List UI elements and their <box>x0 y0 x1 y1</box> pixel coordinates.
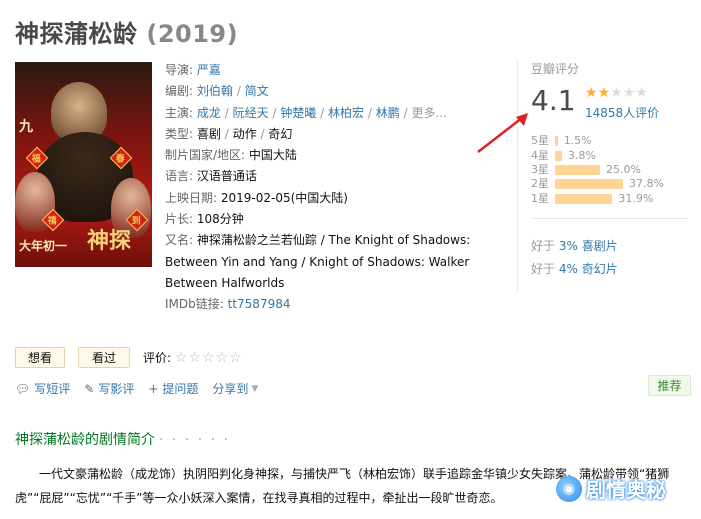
rating-bar <box>555 164 600 175</box>
watermark: ◉ 剧情奥秘 <box>556 474 666 503</box>
info-cast: 主演: 成龙 / 阮经天 / 钟楚曦 / 林柏宏 / 林鹏 / 更多... <box>165 105 447 120</box>
rating-bar-row: 4星 3.8% <box>531 148 664 162</box>
comment-icon: 💬︎ <box>15 381 31 396</box>
cast-link[interactable]: 林柏宏 <box>328 106 364 120</box>
synopsis-heading: 神探蒲松龄的剧情简介 · · · · · · <box>15 432 230 448</box>
page-title: 神探蒲松龄 (2019) <box>15 14 238 49</box>
star-icon: ★ <box>635 85 648 101</box>
ask-question-link[interactable]: + 提问题 <box>148 380 198 397</box>
star-icon: ★ <box>585 85 598 101</box>
rating-distribution: 5星 1.5% 4星 3.8% 3星 25.0% 2星 37.8% 1星 31.9% <box>531 134 664 206</box>
rating-bar <box>555 193 613 204</box>
rating-bar-label: 2星 <box>531 177 549 191</box>
better-than-pct-link[interactable]: 3% <box>559 239 578 253</box>
watermark-logo-icon: ◉ <box>556 475 582 502</box>
rate-stars[interactable]: ☆☆☆☆☆ <box>175 350 243 366</box>
rating-divider <box>517 60 518 292</box>
info-runtime: 片长: 108分钟 <box>165 212 244 227</box>
rating-separator <box>531 218 688 219</box>
write-short-review-link[interactable]: 💬︎ 写短评 <box>15 380 70 397</box>
star-icon: ★ <box>610 85 623 101</box>
votes-link[interactable]: 14858人评价 <box>585 104 659 121</box>
rating-bar-percent: 25.0% <box>606 162 641 176</box>
watched-button[interactable]: 看过 <box>78 347 130 368</box>
rating-bar-label: 4星 <box>531 148 549 162</box>
rating-bar-row: 1星 31.9% <box>531 192 664 206</box>
info-aka: 又名: 神探蒲松龄之兰若仙踪 / The Knight of Shadows: … <box>165 233 471 290</box>
rating-panel: 豆瓣评分 4.1 ★★★★★ 14858人评价 5星 1.5% 4星 3.8% 3星 25… <box>531 60 691 205</box>
info-language: 语言: 汉语普通话 <box>165 169 257 184</box>
rating-bar-percent: 1.5% <box>563 134 592 148</box>
better-than-genre-link[interactable]: 奇幻片 <box>582 262 618 276</box>
tools-bar: 💬︎ 写短评 ✎ 写影评 + 提问题 分享到 ▼ <box>15 380 272 397</box>
better-than: 好于 3% 喜剧片 好于 4% 奇幻片 <box>531 235 618 281</box>
cast-link[interactable]: 钟楚曦 <box>280 106 316 120</box>
rating-bar-label: 1星 <box>531 191 549 205</box>
rating-bar-label: 3星 <box>531 162 549 176</box>
movie-info: 导演: 严嘉 编剧: 刘伯翰 / 简文 主演: 成龙 / 阮经天 / 钟楚曦 /… <box>165 60 505 316</box>
rating-header: 豆瓣评分 <box>531 62 580 76</box>
info-director: 导演: 严嘉 <box>165 63 221 77</box>
movie-name: 神探蒲松龄 <box>15 20 138 48</box>
movie-poster[interactable]: 福 春 禧 到 九 大年初一 神探 <box>15 62 152 267</box>
rating-bar-percent: 37.8% <box>629 177 664 191</box>
imdb-link[interactable]: tt7587984 <box>228 297 291 311</box>
caret-down-icon: ▼ <box>251 383 259 394</box>
share-dropdown[interactable]: 分享到 ▼ <box>212 380 258 397</box>
better-than-genre-link[interactable]: 喜剧片 <box>582 239 618 253</box>
rating-bar <box>555 179 624 190</box>
poster-title-art: 神探 <box>87 228 132 254</box>
rating-stars: ★★★★★ <box>585 85 648 101</box>
better-than-row: 好于 3% 喜剧片 <box>531 239 618 253</box>
cast-link[interactable]: 阮经天 <box>233 106 269 120</box>
info-genre: 类型: 喜剧 / 动作 / 奇幻 <box>165 126 293 141</box>
star-icon: ★ <box>622 85 636 101</box>
star-icon: ★ <box>597 85 611 101</box>
rating-bar-row: 3星 25.0% <box>531 163 664 177</box>
recommend-button[interactable]: 推荐 <box>648 375 691 396</box>
rating-score: 4.1 <box>531 84 576 117</box>
want-to-watch-button[interactable]: 想看 <box>15 347 65 368</box>
write-review-link[interactable]: ✎ 写影评 <box>84 380 134 397</box>
cast-link[interactable]: 林鹏 <box>376 106 400 120</box>
rating-bar-label: 5星 <box>531 134 549 148</box>
rating-bar <box>555 136 558 147</box>
movie-year: (2019) <box>146 20 239 48</box>
info-imdb: IMDb链接: tt7587984 <box>165 297 291 312</box>
writer-link[interactable]: 刘伯翰 <box>197 84 233 98</box>
poster-text-left: 大年初一 <box>19 239 68 253</box>
rating-bar-row: 5星 1.5% <box>531 134 664 148</box>
writer-link[interactable]: 简文 <box>245 84 269 98</box>
poster-text-top: 九 <box>19 119 33 135</box>
better-than-row: 好于 4% 奇幻片 <box>531 262 618 276</box>
rate-widget: 评价: ☆☆☆☆☆ <box>143 350 243 366</box>
info-country: 制片国家/地区: 中国大陆 <box>165 148 297 163</box>
info-writer: 编剧: 刘伯翰 / 简文 <box>165 84 269 99</box>
cast-link[interactable]: 成龙 <box>197 106 221 120</box>
cast-more-link[interactable]: 更多... <box>411 106 446 120</box>
director-link[interactable]: 严嘉 <box>197 63 221 77</box>
rating-bar-row: 2星 37.8% <box>531 177 664 191</box>
rating-bar-percent: 31.9% <box>618 191 654 205</box>
better-than-pct-link[interactable]: 4% <box>559 262 578 276</box>
annotation-arrow-icon <box>477 113 528 153</box>
info-release: 上映日期: 2019-02-05(中国大陆) <box>165 190 348 205</box>
rating-bar-percent: 3.8% <box>567 148 596 162</box>
pencil-icon: ✎ <box>84 381 95 396</box>
plus-icon: + <box>148 381 159 396</box>
user-actions: 想看 看过 评价: ☆☆☆☆☆ <box>15 347 243 368</box>
rating-bar <box>555 150 562 161</box>
